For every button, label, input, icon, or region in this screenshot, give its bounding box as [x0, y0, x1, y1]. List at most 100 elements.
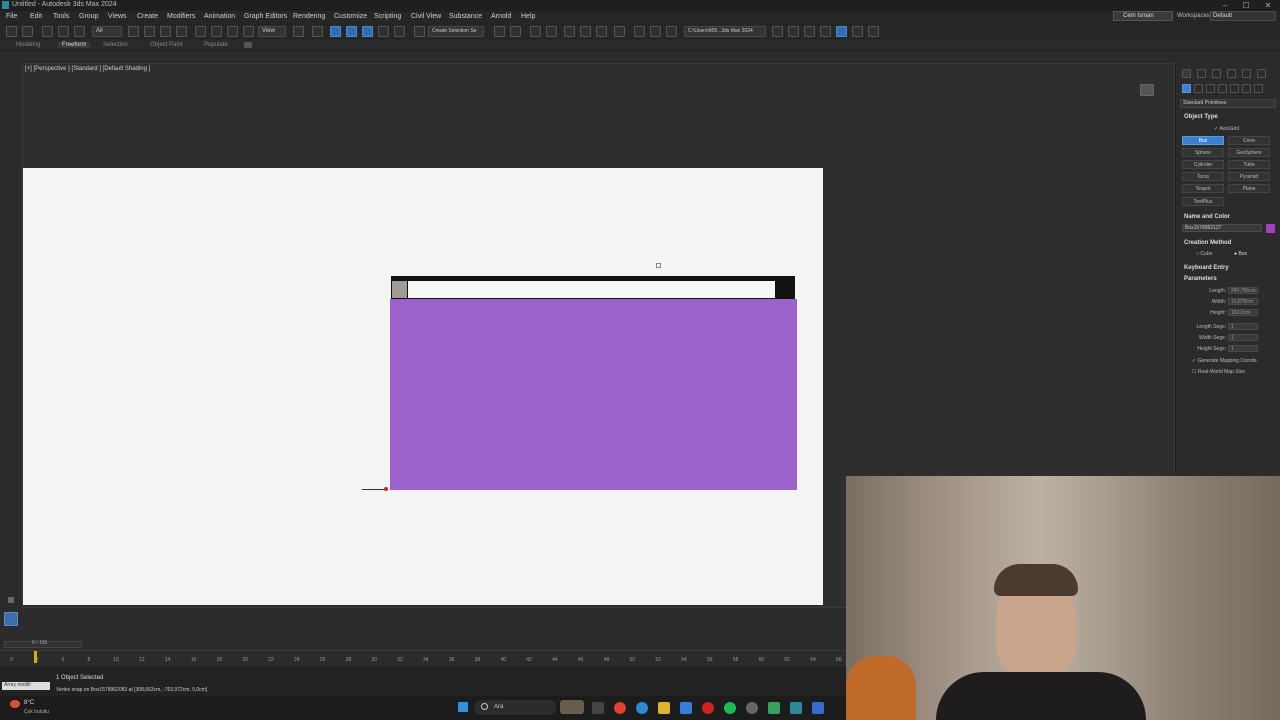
lights-category-icon[interactable]	[1206, 84, 1215, 93]
cube-radio[interactable]: ○ Cube	[1196, 251, 1212, 257]
reference-coordinate-select[interactable]: View	[258, 26, 286, 37]
rendered-frame-icon[interactable]	[650, 26, 661, 37]
unlink-icon[interactable]	[58, 26, 69, 37]
start-button-icon[interactable]	[458, 702, 468, 712]
ribbon-tab-selection[interactable]: Selection	[103, 42, 128, 48]
height-segs-input[interactable]: 1	[1228, 345, 1258, 352]
menu-help[interactable]: Help	[521, 13, 535, 20]
torus-button[interactable]: Torus	[1182, 172, 1224, 181]
grid-icon[interactable]	[852, 26, 863, 37]
select-by-name-icon[interactable]	[144, 26, 155, 37]
schematic-view-icon[interactable]	[596, 26, 607, 37]
cylinder-button[interactable]: Cylinder	[1182, 160, 1224, 169]
selection-filter-select[interactable]: All	[92, 26, 122, 37]
object-name-input[interactable]: Box1578962127	[1182, 224, 1262, 232]
redo-icon[interactable]	[22, 26, 33, 37]
search-highlight-icon[interactable]	[560, 700, 584, 714]
close-button[interactable]: ✕	[1258, 0, 1278, 11]
align-icon[interactable]	[510, 26, 521, 37]
scale-icon[interactable]	[227, 26, 238, 37]
menu-substance[interactable]: Substance	[449, 13, 482, 20]
maxscript-mini-listener[interactable]: Array modifi	[2, 682, 50, 690]
systems-category-icon[interactable]	[1254, 84, 1263, 93]
file-explorer-icon[interactable]	[658, 702, 670, 714]
edit-named-selection-icon[interactable]	[414, 26, 425, 37]
place-icon[interactable]	[243, 26, 254, 37]
maxscript-listener-icon[interactable]	[4, 612, 18, 626]
select-manipulate-icon[interactable]	[312, 26, 323, 37]
chrome-icon[interactable]	[614, 702, 626, 714]
creation-method-rollout[interactable]: Creation Method	[1184, 240, 1231, 246]
menu-create[interactable]: Create	[137, 13, 158, 20]
snaps-toggle-icon[interactable]	[346, 26, 357, 37]
ribbon-tab-populate[interactable]: Populate	[204, 42, 228, 48]
box-button[interactable]: Box	[1182, 136, 1224, 145]
3ds-max-taskbar-icon[interactable]	[790, 702, 802, 714]
hierarchy-tab-icon[interactable]	[1212, 69, 1221, 78]
obs-icon[interactable]	[746, 702, 758, 714]
task-view-icon[interactable]	[592, 702, 604, 714]
menu-rendering[interactable]: Rendering	[293, 13, 325, 20]
ribbon-toggle-icon[interactable]	[244, 42, 252, 48]
motion-tab-icon[interactable]	[1227, 69, 1236, 78]
keyboard-shortcut-override-icon[interactable]	[330, 26, 341, 37]
project-path-select[interactable]: C:\Users\905...3ds Max 2024	[684, 26, 766, 37]
textplus-button[interactable]: TextPlus	[1182, 197, 1224, 206]
cameras-category-icon[interactable]	[1218, 84, 1227, 93]
plane-button[interactable]: Plane	[1228, 184, 1270, 193]
maximize-button[interactable]: ☐	[1236, 0, 1256, 11]
percent-snap-icon[interactable]	[378, 26, 389, 37]
helpers-category-icon[interactable]	[1230, 84, 1239, 93]
angle-snap-icon[interactable]	[362, 26, 373, 37]
name-and-color-rollout[interactable]: Name and Color	[1184, 214, 1230, 220]
undo-icon[interactable]	[6, 26, 17, 37]
opera-icon[interactable]	[702, 702, 714, 714]
viewport-label[interactable]: [+] [Perspective ] [Standard ] [Default …	[25, 66, 150, 72]
tube-button[interactable]: Tube	[1228, 160, 1270, 169]
app-icon-2[interactable]	[812, 702, 824, 714]
spotify-icon[interactable]	[724, 702, 736, 714]
mail-icon[interactable]	[680, 702, 692, 714]
menu-arnold[interactable]: Arnold	[491, 13, 511, 20]
menu-tools[interactable]: Tools	[53, 13, 69, 20]
material-editor-icon[interactable]	[614, 26, 625, 37]
keyboard-entry-rollout[interactable]: Keyboard Entry	[1184, 265, 1229, 271]
scene-explorer-icon[interactable]	[530, 26, 541, 37]
menu-group[interactable]: Group	[79, 13, 98, 20]
menu-views[interactable]: Views	[108, 13, 127, 20]
spacewarps-category-icon[interactable]	[1242, 84, 1251, 93]
menu-civil-view[interactable]: Civil View	[411, 13, 441, 20]
pivot-icon[interactable]	[293, 26, 304, 37]
app-icon[interactable]	[768, 702, 780, 714]
width-segs-input[interactable]: 1	[1228, 334, 1258, 341]
named-selection-set-select[interactable]: Create Selection Se	[428, 26, 484, 37]
utilities-tab-icon[interactable]	[1257, 69, 1266, 78]
open-icon[interactable]	[788, 26, 799, 37]
render-setup-icon[interactable]	[634, 26, 645, 37]
minimize-button[interactable]: –	[1215, 0, 1235, 11]
height-input[interactable]: 160,0cm	[1228, 309, 1258, 316]
help-icon[interactable]	[868, 26, 879, 37]
spinner-snap-icon[interactable]	[394, 26, 405, 37]
geosphere-button[interactable]: GeoSphere	[1228, 148, 1270, 157]
menu-customize[interactable]: Customize	[334, 13, 367, 20]
ribbon-tab-freeform[interactable]: Freeform	[58, 42, 91, 48]
settings-icon[interactable]	[820, 26, 831, 37]
mirror-icon[interactable]	[494, 26, 505, 37]
rectangular-selection-icon[interactable]	[160, 26, 171, 37]
generate-mapping-checkbox[interactable]: ✓ Generate Mapping Coords.	[1192, 358, 1258, 364]
weather-icon[interactable]	[10, 700, 20, 708]
modify-tab-icon[interactable]	[1197, 69, 1206, 78]
menu-file[interactable]: File	[6, 13, 17, 20]
object-color-swatch[interactable]	[1266, 224, 1275, 233]
menu-modifiers[interactable]: Modifiers	[167, 13, 195, 20]
viewport-layout-icon[interactable]	[836, 26, 847, 37]
curve-editor-icon[interactable]	[580, 26, 591, 37]
select-object-icon[interactable]	[128, 26, 139, 37]
workspace-select[interactable]: Default	[1210, 11, 1276, 21]
toggle-ribbon-icon[interactable]	[564, 26, 575, 37]
menu-scripting[interactable]: Scripting	[374, 13, 401, 20]
object-type-rollout[interactable]: Object Type	[1184, 114, 1218, 120]
ribbon-tab-object-paint[interactable]: Object Paint	[150, 42, 183, 48]
menu-graph-editors[interactable]: Graph Editors	[244, 13, 287, 20]
